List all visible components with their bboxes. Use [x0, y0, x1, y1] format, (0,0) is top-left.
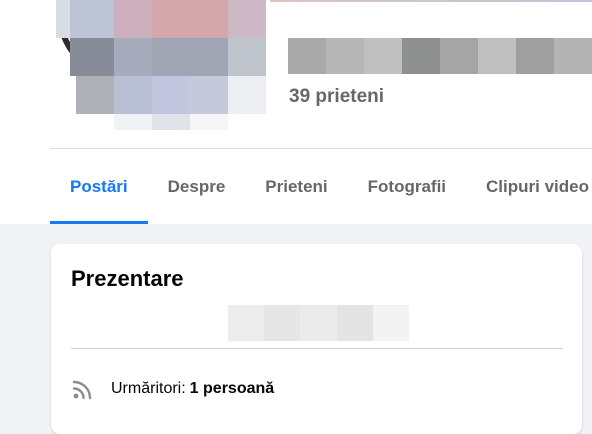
profile-header: 39 prieteni Postări Despre Prieteni Foto… [0, 0, 592, 224]
cover-edge [270, 0, 592, 2]
tab-posts[interactable]: Postări [50, 150, 148, 224]
followers-label: Urmăritori: [111, 380, 186, 397]
intro-divider [71, 348, 563, 349]
profile-name-redacted [288, 38, 592, 74]
followers-count[interactable]: 1 persoană [190, 380, 274, 398]
header-divider [50, 148, 592, 149]
intro-title: Prezentare [71, 266, 184, 291]
tab-videos[interactable]: Clipuri video [466, 150, 592, 224]
followers-row[interactable]: Urmăritori: 1 persoană [71, 377, 274, 401]
tab-friends[interactable]: Prieteni [245, 150, 347, 224]
intro-card: Prezentare Urmăritori: 1 persoană [51, 244, 582, 434]
rss-icon [72, 380, 92, 400]
avatar[interactable] [56, 0, 268, 132]
friends-count[interactable]: 39 prieteni [289, 86, 384, 108]
bio-redacted [228, 305, 410, 341]
profile-tabs: Postări Despre Prieteni Fotografii Clipu… [50, 150, 592, 224]
tab-about[interactable]: Despre [148, 150, 246, 224]
tab-photos[interactable]: Fotografii [348, 150, 466, 224]
